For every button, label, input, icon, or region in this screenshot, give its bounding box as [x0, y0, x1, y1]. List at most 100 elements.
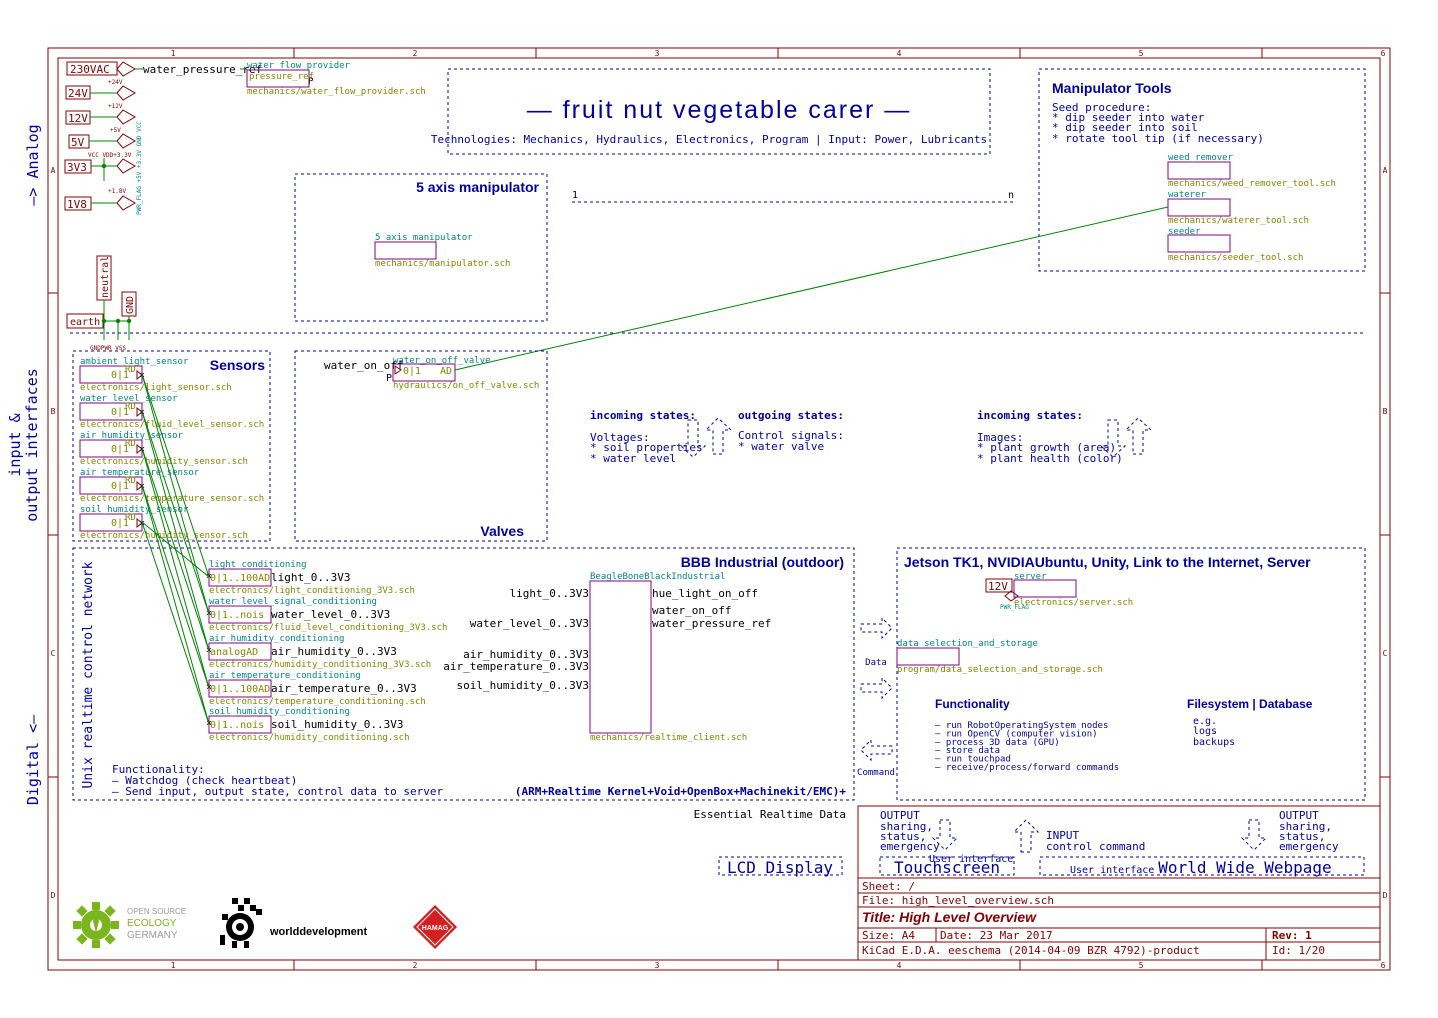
fs-line-3: backups: [1193, 737, 1235, 748]
unix-network-label: Unix realtime control network: [81, 561, 96, 788]
manipulator-sheet-name: 5 axis manipulator: [375, 233, 473, 243]
beaglebone-sheet[interactable]: [589, 580, 652, 734]
bb-out-water-on-off: water_on_off: [652, 604, 731, 617]
conditioning-file: electronics/humidity_conditioning_3V3.sc…: [209, 660, 431, 670]
waterer-sheet[interactable]: [1167, 198, 1231, 217]
water-flow-pin: pressure_ref: [249, 72, 314, 82]
col-number: 1: [171, 49, 176, 58]
sensor-name: air_temperature_sensor: [80, 468, 200, 478]
sensor-file: electronics/light_sensor.sch: [80, 383, 232, 393]
conditioning-name: air_humidity_conditioning: [209, 634, 344, 644]
flag-24v: 24V: [68, 87, 88, 100]
jetson-functionality-list: – run RobotOperatingSystem nodes– run Op…: [935, 721, 1119, 773]
valves-box: [294, 350, 548, 542]
filesystem-title: Filesystem | Database: [1187, 697, 1313, 711]
up-arrow-icon: [704, 417, 733, 455]
beaglebone-file: mechanics/realtime_client.sch: [590, 733, 747, 743]
col-number: 6: [1381, 961, 1386, 970]
sensor-wire: [141, 447, 210, 689]
row-letter: A: [1383, 166, 1388, 175]
essential-realtime-label: Essential Realtime Data: [694, 808, 846, 821]
col-number: 4: [897, 49, 902, 58]
sensor-file: electronics/fluid_level_sensor.sch: [80, 420, 264, 430]
sensor-rd: RD: [125, 439, 136, 449]
conditioning-pin: 0|1..100AD: [210, 573, 270, 584]
tb-id: Id: 1/20: [1272, 944, 1325, 957]
flag-230vac: 230VAC: [70, 63, 110, 76]
incoming-states-1-title: incoming states:: [590, 409, 696, 422]
server-name: server: [1014, 572, 1047, 582]
lcd-display-label: LCD Display: [727, 858, 833, 877]
digital-label: Digital <—: [24, 714, 42, 805]
earth-label: earth: [70, 317, 100, 328]
server-sheet[interactable]: [1013, 579, 1077, 598]
hamag-label: HAMAG: [422, 925, 449, 932]
command-arrow-icon: [860, 738, 893, 762]
conditioning-output: air_humidity_0..3V3: [271, 645, 397, 658]
sensors-heading: Sensors: [210, 357, 265, 373]
manipulator-heading: 5 axis manipulator: [416, 179, 539, 195]
row-letter: D: [1383, 891, 1388, 900]
valve-sheet-name: water_on_off_valve: [393, 356, 491, 366]
tools-heading: Manipulator Tools: [1052, 80, 1172, 96]
schematic-canvas: .fr{stroke:#840000;fill:none;stroke-widt…: [6, 47, 1391, 971]
conditioning-output: air_temperature_0..3V3: [271, 682, 417, 695]
weed-remover-file: mechanics/weed_remover_tool.sch: [1168, 179, 1336, 189]
col-number: 4: [897, 961, 902, 970]
banner-title: — fruit nut vegetable carer —: [527, 96, 912, 124]
row-letter: C: [1383, 649, 1388, 658]
banner-technologies: Technologies: Mechanics, Hydraulics, Ele…: [431, 133, 987, 146]
data-storage-sheet[interactable]: [896, 647, 960, 666]
webpage-label: World Wide Webpage: [1158, 858, 1331, 877]
incoming-2-line-3: * plant health (color): [977, 452, 1123, 465]
waterer-file: mechanics/waterer_tool.sch: [1168, 216, 1309, 226]
seeder-sheet[interactable]: [1167, 234, 1231, 253]
worlddevelopment-logo: [220, 898, 262, 948]
sensor-wire: [141, 484, 210, 689]
up-arrow-icon: [1012, 819, 1040, 853]
ui-label-2: User interface: [1070, 865, 1154, 876]
sensor-file: electronics/humidity_sensor.sch: [80, 457, 248, 467]
output1-line-4: emergency: [880, 840, 940, 853]
manipulator-sheet-file: mechanics/manipulator.sch: [375, 259, 510, 269]
conditioning-file: electronics/light_conditioning_3V3.sch: [209, 586, 415, 596]
sensor-list: ambient_light_sensor0|1RDelectronics/lig…: [79, 357, 264, 541]
up-arrow-icon: [1124, 417, 1153, 455]
valve-water-on-off-label: water_on_off: [324, 359, 403, 372]
bb-in-air-temperature: air_temperature_0..3V3: [443, 660, 589, 673]
bb-in-light: light_0..3V3: [510, 587, 589, 600]
weed-remover-sheet[interactable]: [1167, 161, 1231, 180]
ose-line-2: ECOLOGY: [127, 918, 177, 929]
col-number: 6: [1381, 49, 1386, 58]
conditioning-name: water_level_signal_conditioning: [209, 597, 377, 607]
manipulator-box: [294, 173, 548, 322]
conditioning-name: soil_humidity_conditioning: [209, 707, 350, 717]
valve-p-label: P: [386, 373, 392, 384]
conditioning-file: electronics/humidity_conditioning.sch: [209, 733, 409, 743]
beaglebone-name: BeagleBoneBlackIndustrial: [590, 572, 725, 582]
power-flags: 230VAC 24V 12V 5V 3V3 1V8 +24V +12V +5V …: [64, 61, 143, 215]
conditioning-output: light_0..3V3: [271, 571, 350, 584]
bbb-footer: (ARM+Realtime Kernel+Void+OpenBox+Machin…: [515, 785, 847, 798]
server-file: electronics/server.sch: [1014, 598, 1133, 608]
bus-end: n: [1008, 190, 1014, 201]
outgoing-line-2: * water valve: [738, 440, 824, 453]
conditioning-pin: 0|1..nois: [210, 720, 264, 731]
conditioning-output: soil_humidity_0..3V3: [271, 718, 403, 731]
tb-title: Title: High Level Overview: [862, 909, 1037, 925]
conditioning-file: electronics/fluid_level_conditioning_3V3…: [209, 623, 447, 633]
col-number: 1: [171, 961, 176, 970]
data-storage-file: program/data_selection_and_storage.sch: [897, 665, 1103, 675]
conditioning-pin: analogAD: [210, 647, 258, 658]
ose-line-3: GERMANY: [127, 930, 178, 941]
tb-sheet: Sheet: /: [862, 880, 915, 893]
manipulator-sheet[interactable]: [374, 241, 437, 260]
valves-heading: Valves: [480, 523, 524, 539]
valve-waterer-wire: [454, 206, 1169, 371]
command-label: Command: [857, 768, 895, 778]
conditioning-pin: 0|1..100AD: [210, 684, 270, 695]
jetson-func-line: – receive/process/forward commands: [935, 763, 1119, 773]
bb-out-water-pressure-ref: water_pressure_ref: [652, 617, 771, 630]
conditioning-list: light_conditioning0|1..100AD light_0..3V3…: [206, 560, 447, 743]
tb-size: Size: A4: [862, 929, 915, 942]
